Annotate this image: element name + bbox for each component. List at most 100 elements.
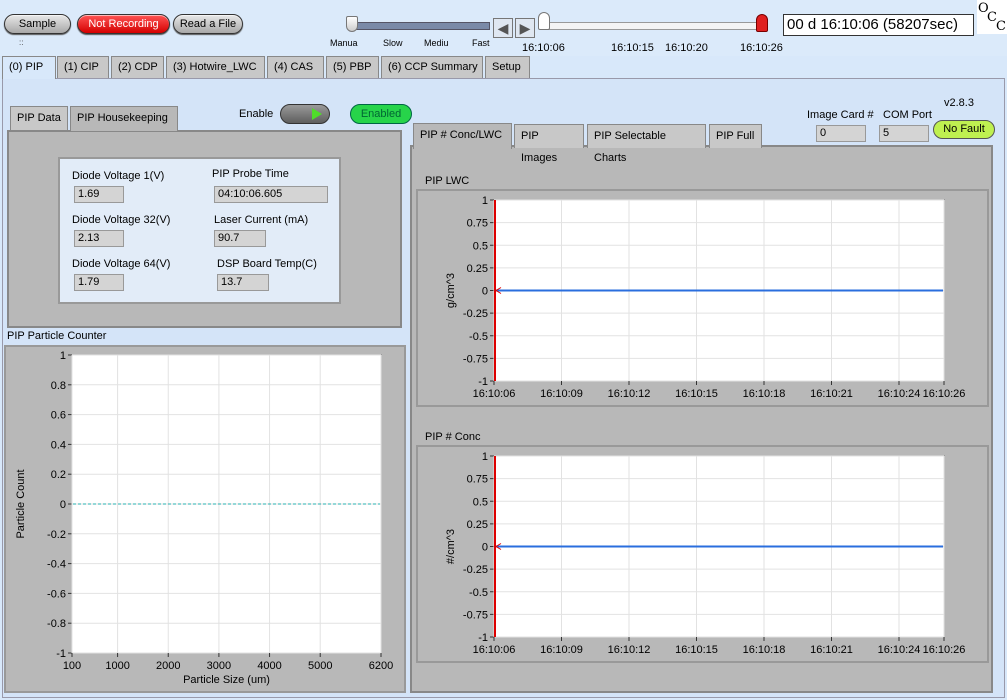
- playback-speed-slider[interactable]: [350, 22, 490, 30]
- y-tick-label: 0.6: [51, 410, 66, 422]
- particle-counter-title: PIP Particle Counter: [7, 330, 107, 342]
- lwc-chart-frame: 1 0.75 0.5 0.25 0 -0.25 -0.5 -0.75 -1 16:10:06 16:…: [416, 189, 989, 407]
- y-tick-label: 0.4: [51, 439, 66, 451]
- diode-voltage-32-value: 2.13: [74, 230, 124, 247]
- y-tick-label: -1: [478, 376, 488, 388]
- x-tick-label: 16:10:21: [810, 644, 853, 656]
- top-toolbar: Sample Not Recording Read a File :: Manu…: [0, 0, 1007, 56]
- speed-label-slow: Slow: [383, 38, 403, 48]
- tab-setup[interactable]: Setup: [485, 56, 530, 78]
- x-axis-label: Particle Size (um): [183, 674, 270, 686]
- occ-logo: O C C: [977, 0, 1007, 34]
- y-tick-label: -1: [56, 648, 66, 660]
- y-axis-label: #/cm^3: [445, 529, 457, 564]
- particle-counter-chart-frame: 1 0.8 0.6 0.4 0.2 0 -0.2 -0.4 -0.6 -0.8 -1 100 1000 2…: [4, 345, 406, 693]
- x-tick-label: 16:10:09: [540, 388, 583, 400]
- tab-pip-data[interactable]: PIP Data: [10, 106, 68, 130]
- read-file-button[interactable]: Read a File: [173, 14, 243, 34]
- x-tick-label: 16:10:06: [473, 388, 516, 400]
- y-tick-label: 0.2: [51, 469, 66, 481]
- time-range-slider[interactable]: [543, 22, 765, 30]
- y-tick-label: 0.25: [467, 263, 488, 275]
- diode-voltage-64-label: Diode Voltage 64(V): [72, 258, 171, 270]
- image-card-field[interactable]: 0: [816, 125, 866, 142]
- particle-counter-chart: 1 0.8 0.6 0.4 0.2 0 -0.2 -0.4 -0.6 -0.8 -1100 1000 2…: [15, 350, 393, 686]
- y-tick-label: -0.75: [463, 609, 488, 621]
- enabled-status-badge: Enabled: [350, 104, 412, 124]
- y-tick-label: -0.5: [469, 587, 488, 599]
- speed-slider-thumb[interactable]: [346, 16, 358, 32]
- y-tick-label: -0.8: [47, 618, 66, 630]
- x-tick-label: 4000: [257, 660, 281, 672]
- svg-text:C: C: [996, 19, 1006, 34]
- step-back-arrow-icon[interactable]: ◀: [493, 18, 513, 38]
- diode-voltage-64-value: 1.79: [74, 274, 124, 291]
- x-tick-label: 1000: [105, 660, 129, 672]
- com-port-field[interactable]: 5: [879, 125, 929, 142]
- recording-toggle-button[interactable]: Not Recording: [77, 14, 170, 34]
- conc-chart-title: PIP # Conc: [425, 431, 481, 443]
- dsp-board-temp-label: DSP Board Temp(C): [217, 258, 317, 270]
- y-tick-label: 0.5: [473, 496, 488, 508]
- x-tick-label: 5000: [308, 660, 332, 672]
- diode-voltage-1-label: Diode Voltage 1(V): [72, 170, 165, 182]
- diode-voltage-1-value: 1.69: [74, 186, 124, 203]
- tab-hotwire-lwc[interactable]: (3) Hotwire_LWC: [166, 56, 265, 78]
- x-tick-label: 16:10:26: [923, 388, 966, 400]
- x-tick-label: 6200: [369, 660, 393, 672]
- x-tick-label: 16:10:12: [608, 388, 651, 400]
- tab-pip-full[interactable]: PIP Full: [709, 124, 762, 148]
- y-tick-label: 1: [482, 195, 488, 207]
- com-port-label: COM Port: [883, 109, 932, 121]
- y-tick-label: 0.25: [467, 519, 488, 531]
- time-label-start: 16:10:06: [522, 42, 565, 54]
- sample-button[interactable]: Sample: [4, 14, 71, 34]
- y-tick-label: 0.75: [467, 218, 488, 230]
- y-tick-label: -1: [478, 632, 488, 644]
- laser-current-label: Laser Current (mA): [214, 214, 309, 226]
- x-tick-label: 3000: [207, 660, 231, 672]
- image-card-label: Image Card #: [807, 109, 874, 121]
- lwc-chart-title: PIP LWC: [425, 175, 470, 187]
- y-tick-label: 0.8: [51, 380, 66, 392]
- x-tick-label: 16:10:09: [540, 644, 583, 656]
- enable-label: Enable: [239, 108, 274, 120]
- tab-pbp[interactable]: (5) PBP: [326, 56, 379, 78]
- time-start-thumb[interactable]: [538, 12, 550, 30]
- dsp-board-temp-value: 13.7: [217, 274, 269, 291]
- tab-ccp-summary[interactable]: (6) CCP Summary: [381, 56, 483, 78]
- y-tick-label: -0.75: [463, 353, 488, 365]
- conc-chart-frame: 1 0.75 0.5 0.25 0 -0.25 -0.5 -0.75 -1 16:10:06 16:…: [416, 445, 989, 663]
- y-tick-label: 0: [60, 499, 66, 511]
- x-tick-label: 16:10:24: [878, 644, 921, 656]
- tab-pip-images[interactable]: PIP Images: [514, 124, 584, 164]
- laser-current-value: 90.7: [214, 230, 266, 247]
- x-tick-label: 16:10:18: [743, 388, 786, 400]
- speed-label-medium: Mediu: [424, 38, 449, 48]
- tab-pip-selectable-charts[interactable]: PIP Selectable Charts: [587, 124, 706, 164]
- y-tick-label: 0: [482, 542, 488, 554]
- tab-pip-housekeeping[interactable]: PIP Housekeeping: [70, 106, 178, 131]
- tab-cip[interactable]: (1) CIP: [57, 56, 109, 78]
- diode-voltage-32-label: Diode Voltage 32(V): [72, 214, 171, 226]
- enable-toggle[interactable]: [280, 104, 330, 124]
- tab-pip[interactable]: (0) PIP: [2, 56, 56, 79]
- tab-cdp[interactable]: (2) CDP: [111, 56, 164, 78]
- tab-cas[interactable]: (4) CAS: [267, 56, 324, 78]
- y-tick-label: -0.6: [47, 588, 66, 600]
- y-tick-label: -0.4: [47, 559, 66, 571]
- time-end-thumb[interactable]: [756, 14, 768, 32]
- y-tick-label: 0.5: [473, 240, 488, 252]
- elapsed-time-display: 00 d 16:10:06 (58207sec): [783, 14, 974, 36]
- y-axis-label: Particle Count: [15, 469, 27, 538]
- x-tick-label: 16:10:26: [923, 644, 966, 656]
- speed-label-manual: Manua: [330, 38, 358, 48]
- y-tick-label: -0.2: [47, 529, 66, 541]
- x-tick-label: 2000: [156, 660, 180, 672]
- step-forward-arrow-icon[interactable]: ▶: [515, 18, 535, 38]
- y-tick-label: 1: [482, 451, 488, 463]
- x-tick-label: 16:10:24: [878, 388, 921, 400]
- probe-time-value: 04:10:06.605: [214, 186, 328, 203]
- probe-time-label: PIP Probe Time: [212, 168, 289, 180]
- tab-pip-conc-lwc[interactable]: PIP # Conc/LWC: [413, 123, 512, 149]
